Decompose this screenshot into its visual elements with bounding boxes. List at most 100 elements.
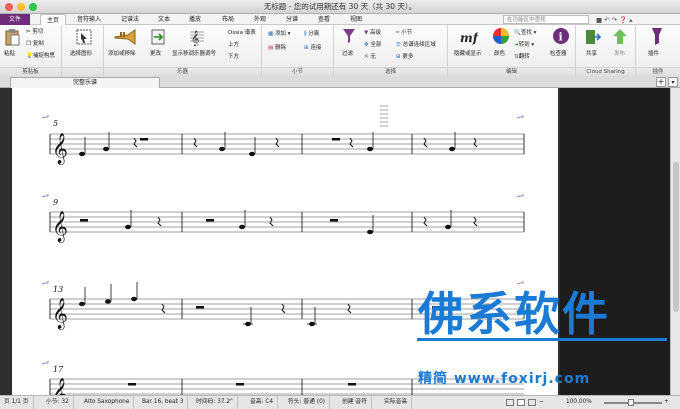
vertical-scrollbar[interactable] <box>670 88 680 395</box>
minimize-window-button[interactable] <box>17 3 25 11</box>
tab-review[interactable]: 查看 <box>312 14 336 25</box>
staff-system-2[interactable]: 𝄞 <box>49 210 525 243</box>
filter-button[interactable]: 过滤 <box>342 49 353 57</box>
watermark-brand: 佛系软件 <box>418 287 610 341</box>
window-title: 无标题 - 您的试用期还有 30 天（共 30 天）。 <box>263 2 417 11</box>
select-system-passage-button[interactable]: ☰ 总谱连续区域 <box>396 40 436 48</box>
split-bar-button[interactable]: ⫼ 分离 <box>304 29 319 38</box>
tab-parts[interactable]: 分谱 <box>280 14 304 25</box>
ribbon-search-input[interactable]: 在功能区中查找 <box>503 15 589 24</box>
flip-button[interactable]: ⇅翻转 <box>514 52 530 60</box>
page-view-icon[interactable] <box>506 399 514 406</box>
zoom-slider[interactable]: + <box>600 396 672 409</box>
join-bar-button[interactable]: ⊞ 连接 <box>304 43 321 51</box>
lightbulb-icon: 💡 <box>26 53 33 59</box>
select-more-button[interactable]: ⊞ 更多 <box>396 52 413 60</box>
select-none-button[interactable]: ✕ 无 <box>364 52 376 60</box>
tab-layout[interactable]: 布局 <box>216 14 240 25</box>
save-icon[interactable]: ■ <box>596 16 602 24</box>
publish-icon[interactable] <box>612 28 628 46</box>
add-remove-instrument-button[interactable]: 添加或移除 <box>108 49 136 57</box>
transposing-pitch-icon[interactable]: 𝄞 <box>188 28 206 46</box>
help-icon[interactable]: ❓ <box>619 16 627 24</box>
publish-button[interactable]: 发布 <box>614 49 625 57</box>
add-bar-label: 添加 <box>274 31 286 37</box>
share-button[interactable]: 共享 <box>586 49 597 57</box>
zoom-in-icon[interactable]: + <box>664 396 669 409</box>
score-page[interactable]: 𝄞 𝄞 𝄞 𝄞 5 9 13 17 <box>12 88 558 395</box>
inspector-button[interactable]: 检查器 <box>550 49 567 57</box>
status-input-mode: 创建 音符 <box>338 396 373 409</box>
tab-note-input[interactable]: 音符输入 <box>70 14 108 25</box>
zoom-slider-handle[interactable] <box>628 399 634 406</box>
goto-button[interactable]: ➜转到 ▾ <box>514 40 534 48</box>
cloud-sharing-group: 共享 发布 Cloud Sharing <box>576 25 636 76</box>
share-icon[interactable] <box>585 28 601 46</box>
status-bar: 页 1/1 页 小节: 32 Alto Saxophone Bar 16, be… <box>0 395 680 409</box>
select-bar-button[interactable]: ═ 小节 <box>396 28 412 36</box>
add-tab-button[interactable]: + <box>656 77 666 87</box>
add-bar-button[interactable]: ▦ 添加 ▾ <box>268 29 290 37</box>
tab-notations[interactable]: 记谱法 <box>114 14 146 25</box>
cut-button[interactable]: ✂ 剪切 <box>26 27 43 35</box>
ossia-above-button[interactable]: 上方 <box>228 40 239 48</box>
plugin-icon[interactable] <box>650 27 664 47</box>
find-button[interactable]: 🔍查找 ▾ <box>514 28 536 36</box>
select-graphic-icon[interactable] <box>76 28 92 46</box>
panorama-view-icon[interactable] <box>517 399 525 406</box>
capture-idea-button[interactable]: 💡捕捉构思 <box>26 51 55 59</box>
tab-full-score[interactable]: 完整乐谱 <box>10 77 160 88</box>
staff-system-1[interactable]: 𝄞 <box>49 105 525 165</box>
tab-home[interactable]: 主页 <box>40 14 66 25</box>
copy-button[interactable]: ❐ 复制 <box>26 39 44 47</box>
ossia-label: Ossia 谱表 <box>228 30 256 36</box>
selection-group: 过滤 ▼ 高级 ✥ 全部 ✕ 无 ═ 小节 ☰ 总谱连续区域 ⊞ 更多 选择 <box>334 25 448 76</box>
plugins-button[interactable]: 插件 <box>648 49 659 57</box>
close-window-button[interactable] <box>5 3 13 11</box>
filter-icon[interactable] <box>342 28 356 44</box>
clipboard-group: 粘贴 ✂ 剪切 ❐ 复制 💡捕捉构思 剪贴板 <box>0 25 62 76</box>
color-button[interactable]: 颜色 <box>494 49 505 57</box>
bar-number-label: 13 <box>53 285 63 294</box>
hide-show-icon[interactable]: mf <box>460 28 478 46</box>
change-instrument-button[interactable]: 更改 <box>150 49 161 57</box>
select-graphic-button[interactable]: 选择图形 <box>70 49 92 57</box>
inspector-icon[interactable]: i <box>552 27 570 45</box>
cut-label: 剪切 <box>32 29 44 35</box>
add-bar-icon: ▦ <box>268 31 274 37</box>
scrollbar-thumb[interactable] <box>673 162 679 312</box>
delete-bar-button[interactable]: ▤ 删除 <box>268 43 286 51</box>
select-more-icon: ⊞ <box>396 54 401 60</box>
ossia-below-button[interactable]: 下方 <box>228 52 239 60</box>
ribbon-tab-bar: 文件 主页 音符输入 记谱法 文本 播放 布局 外观 分谱 查看 视图 在功能区… <box>0 14 680 25</box>
tab-view[interactable]: 视图 <box>344 14 368 25</box>
tab-menu-button[interactable]: ▾ <box>668 77 678 87</box>
join-bar-icon: ⊞ <box>304 45 309 51</box>
status-timecode: 时间码: 37.2" <box>192 396 238 409</box>
minimize-ribbon-icon[interactable]: ▴ <box>629 16 632 24</box>
goto-label: 转到 <box>518 42 530 48</box>
zoom-window-button[interactable] <box>29 3 37 11</box>
score-canvas[interactable]: 𝄞 𝄞 𝄞 𝄞 5 9 13 17 <box>0 88 670 395</box>
clipboard-group-label: 剪贴板 <box>0 67 61 76</box>
focus-view-icon[interactable] <box>528 399 536 406</box>
redo-icon[interactable]: ↷ <box>612 16 617 24</box>
zoom-out-icon[interactable]: − <box>539 396 544 409</box>
bar-number-label: 9 <box>53 198 58 207</box>
title-bar: 无标题 - 您的试用期还有 30 天（共 30 天）。 <box>0 0 680 14</box>
change-instrument-icon[interactable] <box>150 28 166 46</box>
tab-play[interactable]: 播放 <box>183 14 207 25</box>
paste-icon[interactable] <box>4 28 20 46</box>
tab-file[interactable]: 文件 <box>0 14 30 25</box>
join-bar-label: 连接 <box>310 45 322 51</box>
advanced-select-button[interactable]: ▼ 高级 <box>364 28 381 36</box>
paste-button[interactable]: 粘贴 <box>4 49 15 57</box>
trumpet-icon[interactable] <box>114 28 136 46</box>
color-wheel-icon[interactable] <box>492 27 510 45</box>
hide-show-button[interactable]: 隐藏或显示 <box>454 49 482 57</box>
tab-appearance[interactable]: 外观 <box>248 14 272 25</box>
tab-text[interactable]: 文本 <box>152 14 176 25</box>
show-transposing-button[interactable]: 显示移调乐器调号 <box>172 49 216 57</box>
select-all-button[interactable]: ✥ 全部 <box>364 40 381 48</box>
undo-icon[interactable]: ↶ <box>604 16 609 24</box>
